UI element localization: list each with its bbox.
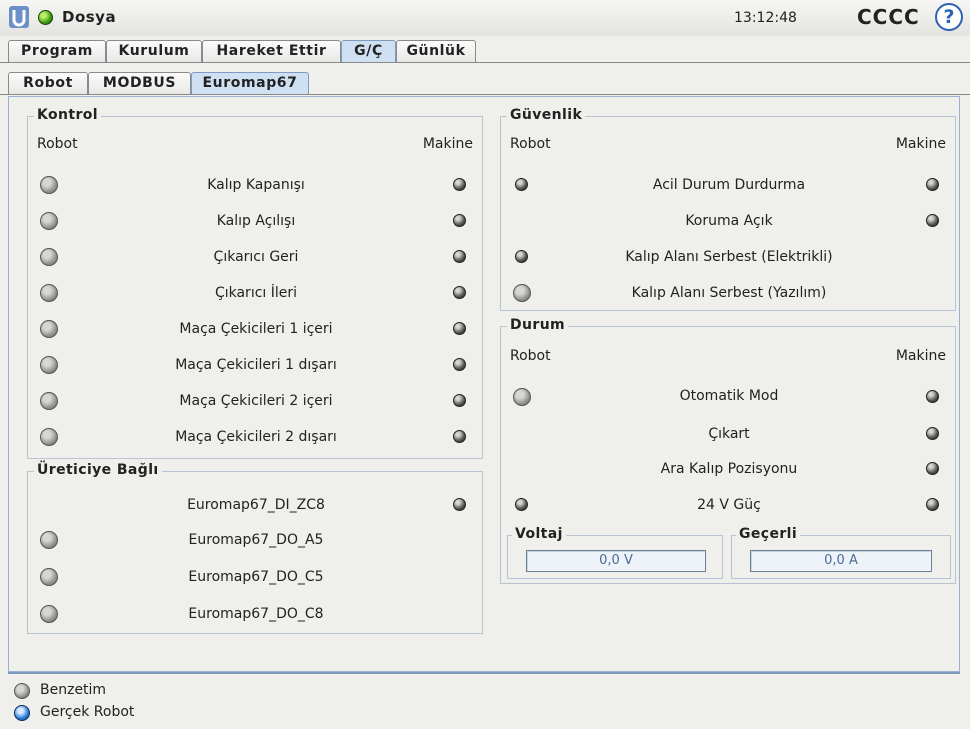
guvenlik-robot-indicator (515, 250, 528, 263)
uretici-robot-output-toggle[interactable] (40, 531, 58, 549)
durum-title: Durum (507, 317, 569, 333)
uretici-machine-indicator (453, 498, 466, 511)
guvenlik-machine-indicator (926, 178, 939, 191)
uretici-signal-label: Euromap67_DO_A5 (188, 532, 324, 548)
machine-column-header: Makine (895, 136, 946, 152)
subtab-robot[interactable]: Robot (8, 72, 88, 94)
help-icon[interactable]: ? (935, 3, 963, 31)
kontrol-robot-output-toggle[interactable] (40, 392, 58, 410)
subtab-modbus[interactable]: MODBUS (88, 72, 191, 94)
robot-column-header: Robot (510, 348, 551, 364)
kontrol-robot-output-toggle[interactable] (40, 428, 58, 446)
kontrol-machine-indicator (453, 250, 466, 263)
durum-robot-indicator (515, 498, 528, 511)
real-robot-radio-icon[interactable] (14, 705, 30, 721)
kontrol-robot-output-toggle[interactable] (40, 356, 58, 374)
kontrol-machine-indicator (453, 430, 466, 443)
simulation-label: Benzetim (40, 682, 107, 698)
uretici-signal-label: Euromap67_DO_C8 (188, 606, 324, 622)
kontrol-signal-label: Kalıp Açılışı (216, 213, 296, 229)
durum-signal-label: Otomatik Mod (679, 388, 779, 404)
kontrol-robot-output-toggle[interactable] (40, 176, 58, 194)
tab-gc[interactable]: G/Ç (341, 40, 396, 62)
uretici-group: Üreticiye Bağlı Euromap67_DI_ZC8 Euromap… (27, 462, 483, 634)
current-group: Geçerli 0,0 A (731, 526, 951, 579)
kontrol-robot-output-toggle[interactable] (40, 320, 58, 338)
durum-machine-indicator (926, 427, 939, 440)
guvenlik-title: Güvenlik (507, 107, 586, 123)
uretici-title: Üreticiye Bağlı (34, 462, 162, 478)
durum-robot-output-toggle[interactable] (513, 388, 531, 406)
uretici-robot-output-toggle[interactable] (40, 605, 58, 623)
clock: 13:12:48 (734, 10, 797, 26)
tab-kurulum[interactable]: Kurulum (106, 40, 202, 62)
durum-group: Durum Robot Makine Otomatik Mod Çıkart A… (500, 317, 956, 584)
guvenlik-group: Güvenlik Robot Makine Acil Durum Durdurm… (500, 107, 956, 311)
tab-gunluk[interactable]: Günlük (396, 40, 476, 62)
guvenlik-signal-label: Kalıp Alanı Serbest (Elektrikli) (625, 249, 833, 265)
kontrol-signal-label: Çıkarıcı Geri (213, 249, 299, 265)
sub-tab-baseline (0, 94, 970, 95)
kontrol-signal-label: Maça Çekicileri 1 içeri (179, 321, 333, 337)
durum-signal-label: 24 V Güç (697, 497, 761, 513)
machine-column-header: Makine (422, 136, 473, 152)
kontrol-signal-label: Kalıp Kapanışı (207, 177, 305, 193)
kontrol-machine-indicator (453, 394, 466, 407)
real-robot-label: Gerçek Robot (40, 704, 135, 720)
kontrol-group: Kontrol Robot Makine Kalıp Kapanışı Kalı… (27, 107, 483, 459)
panel-bottom-border (8, 672, 960, 674)
robot-column-header: Robot (510, 136, 551, 152)
durum-machine-indicator (926, 498, 939, 511)
kontrol-machine-indicator (453, 214, 466, 227)
main-tab-baseline (0, 62, 970, 63)
kontrol-signal-label: Çıkarıcı İleri (214, 285, 298, 301)
uretici-robot-output-toggle[interactable] (40, 568, 58, 586)
guvenlik-machine-indicator (926, 214, 939, 227)
kontrol-robot-output-toggle[interactable] (40, 284, 58, 302)
guvenlik-signal-label: Koruma Açık (685, 213, 773, 229)
machine-column-header: Makine (895, 348, 946, 364)
durum-signal-label: Ara Kalıp Pozisyonu (660, 461, 798, 477)
tab-hareket-ettir[interactable]: Hareket Ettir (202, 40, 341, 62)
kontrol-signal-label: Maça Çekicileri 1 dışarı (175, 357, 337, 373)
current-title: Geçerli (736, 526, 801, 542)
kontrol-signal-label: Maça Çekicileri 2 dışarı (175, 429, 337, 445)
title-bar: Dosya 13:12:48 CCCC ? (0, 0, 970, 36)
guvenlik-robot-indicator (515, 178, 528, 191)
durum-machine-indicator (926, 390, 939, 403)
robot-column-header: Robot (37, 136, 78, 152)
tab-program[interactable]: Program (8, 40, 106, 62)
voltage-group: Voltaj 0,0 V (507, 526, 723, 579)
kontrol-robot-output-toggle[interactable] (40, 248, 58, 266)
robot-name: CCCC (857, 5, 920, 29)
kontrol-machine-indicator (453, 178, 466, 191)
kontrol-machine-indicator (453, 322, 466, 335)
guvenlik-signal-label: Acil Durum Durdurma (652, 177, 806, 193)
uretici-signal-label: Euromap67_DO_C5 (188, 569, 324, 585)
subtab-euromap67[interactable]: Euromap67 (191, 72, 309, 94)
kontrol-machine-indicator (453, 358, 466, 371)
file-menu[interactable]: Dosya (62, 8, 116, 26)
current-field: 0,0 A (750, 550, 932, 572)
durum-signal-label: Çıkart (708, 426, 750, 442)
durum-machine-indicator (926, 462, 939, 475)
kontrol-signal-label: Maça Çekicileri 2 içeri (179, 393, 333, 409)
voltage-title: Voltaj (512, 526, 566, 542)
simulation-radio-icon[interactable] (14, 683, 30, 699)
kontrol-machine-indicator (453, 286, 466, 299)
universal-robots-logo-icon (9, 6, 29, 28)
uretici-signal-label: Euromap67_DI_ZC8 (187, 497, 325, 513)
robot-status-icon[interactable] (38, 10, 53, 25)
kontrol-robot-output-toggle[interactable] (40, 212, 58, 230)
guvenlik-signal-label: Kalıp Alanı Serbest (Yazılım) (631, 285, 827, 301)
kontrol-title: Kontrol (34, 107, 102, 123)
guvenlik-robot-output-toggle[interactable] (513, 284, 531, 302)
voltage-field: 0,0 V (526, 550, 706, 572)
